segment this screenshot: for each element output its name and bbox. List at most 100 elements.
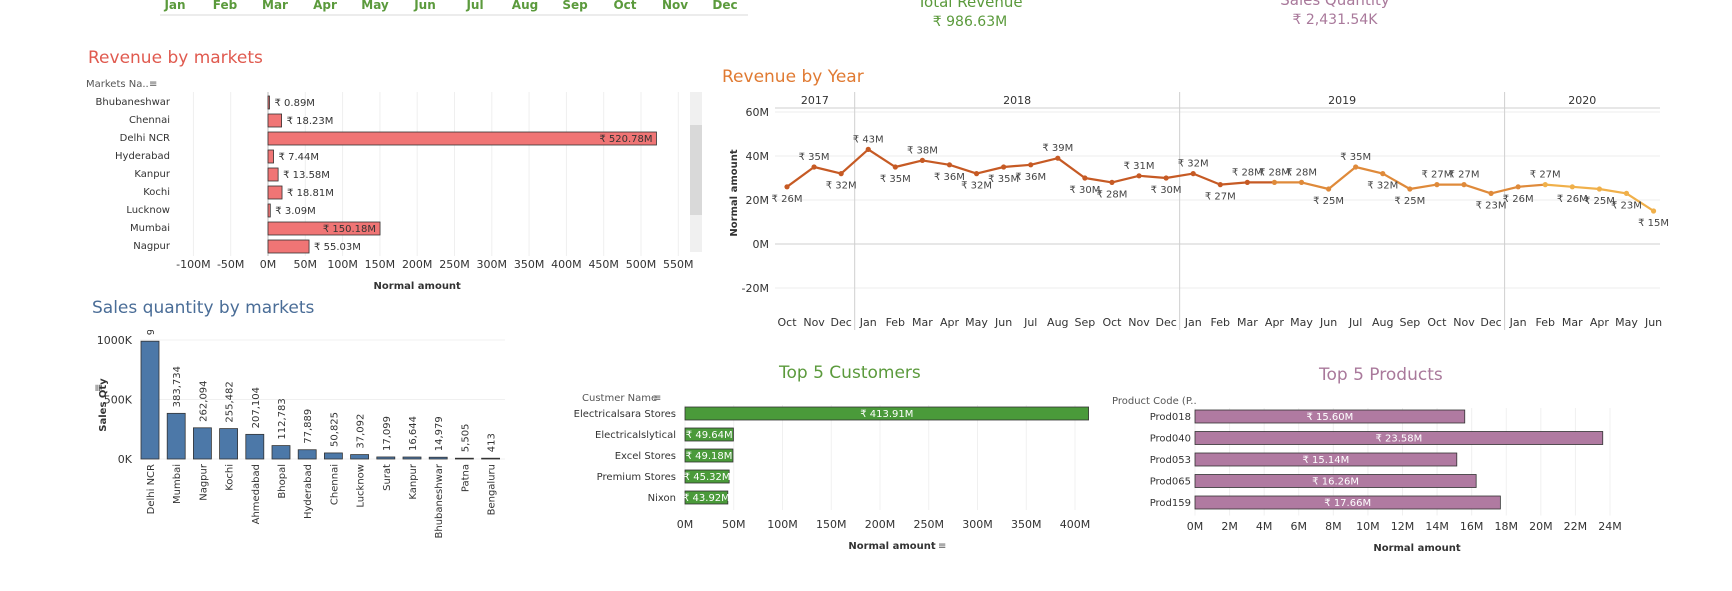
revenue-year-point-label: ₹ 28M: [1286, 167, 1317, 178]
revenue-year-point-label: ₹ 32M: [826, 181, 857, 192]
sales-qty-value-label: 207,104: [251, 387, 262, 428]
revenue-year-point-label: ₹ 38M: [907, 145, 938, 156]
revenue-year-tick-label: 0M: [753, 238, 770, 251]
revenue-by-markets-chart: Markets Na.. ≡ -100M -50M 0M 50M 100M 150M 200M 2…: [86, 79, 694, 292]
revenue-year-month-label: Apr: [1590, 316, 1610, 329]
sales-qty-category-label: Delhi NCR: [146, 464, 157, 514]
sales-qty-bar: [297, 449, 317, 460]
revenue-year-point: [1326, 186, 1332, 192]
revenue-year-line-segment: [1518, 183, 1546, 188]
top-products-category-label: Prod018: [1150, 412, 1191, 423]
revenue-markets-bar: [267, 167, 279, 182]
kpi-sales-quantity-value: ₹ 2,431.54K: [1292, 12, 1378, 28]
top-products-category-label: Prod040: [1150, 434, 1191, 445]
revenue-year-month-label: Mar: [1237, 316, 1258, 329]
revenue-year-point: [1488, 190, 1494, 196]
revenue-markets-tick-label: 50M: [294, 258, 318, 271]
revenue-markets-header: Markets Na..: [86, 79, 149, 90]
top-products-tick-label: 16M: [1460, 520, 1484, 533]
revenue-markets-bar: [267, 131, 657, 146]
revenue-markets-tick-label: 550M: [663, 258, 694, 271]
revenue-year-line-segment: [813, 165, 842, 175]
revenue-year-point-label: ₹ 23M: [1611, 200, 1642, 211]
sales-qty-bar: [323, 452, 343, 460]
top-products-tick-label: 12M: [1391, 520, 1415, 533]
revenue-year-month-label: May: [1615, 316, 1638, 329]
sales-qty-value-label: 112,783: [277, 398, 288, 439]
sales-qty-value-label: 17,099: [382, 416, 393, 451]
revenue-year-tick-label: 40M: [746, 150, 770, 163]
revenue-year-point: [1650, 208, 1657, 214]
sales-qty-category-label: Lucknow: [356, 464, 367, 508]
sales-qty-value-label: 255,482: [225, 381, 236, 422]
sales-qty-category-label: Kochi: [225, 464, 236, 491]
revenue-markets-tick-label: 150M: [365, 258, 396, 271]
top-customers-tick-label: 50M: [722, 518, 746, 531]
revenue-year-point-label: ₹ 31M: [1124, 161, 1155, 172]
kpi-total-revenue-label: Total Revenue: [917, 0, 1023, 11]
sales-qty-category-label: Patna: [460, 464, 471, 492]
revenue-year-month-label: Jul: [1023, 316, 1037, 329]
revenue-markets-bar: [267, 149, 274, 164]
revenue-year-month-label: Jun: [1644, 316, 1662, 329]
sales-qty-category-label: Bhopal: [277, 464, 288, 499]
revenue-year-point: [919, 157, 925, 163]
revenue-year-line-segment: [1057, 157, 1086, 179]
revenue-year-month-label: Jun: [1319, 316, 1337, 329]
revenue-by-year-chart: -20M 0M 20M 40M 60M Normal amount 2017 Oct Nov De…: [729, 92, 1669, 330]
revenue-year-point: [946, 162, 953, 168]
revenue-markets-category-label: Chennai: [129, 115, 170, 126]
sales-qty-value-label: 37,092: [356, 414, 367, 449]
revenue-markets-value-label: ₹ 7.44M: [279, 152, 319, 163]
sales-qty-value-label: 989,896: [146, 330, 157, 335]
top-products-chart: Product Code (P.. 0M 2M 4M 6M 8M 10M 12M 14M 16M 1…: [1112, 396, 1622, 554]
revenue-year-point-label: ₹ 25M: [1313, 196, 1344, 207]
revenue-markets-tick-label: 250M: [439, 258, 470, 271]
top-customers-category-label: Premium Stores: [597, 472, 676, 483]
revenue-markets-value-label: ₹ 18.81M: [287, 188, 334, 199]
revenue-year-point-label: ₹ 43M: [853, 134, 884, 145]
revenue-markets-tick-label: -50M: [217, 258, 244, 271]
top-customers-category-label: Nixon: [648, 493, 676, 504]
kpi-sales-quantity: Sales Quantity ₹ 2,431.54K: [1245, 0, 1425, 28]
revenue-year-y-axis-title: Normal amount: [729, 149, 740, 237]
revenue-year-line-segment: [1599, 187, 1627, 195]
revenue-year-month-label: Nov: [1128, 316, 1150, 329]
kpi-sales-quantity-label: Sales Quantity: [1280, 0, 1390, 9]
revenue-year-line-segment: [895, 159, 923, 169]
top-products-tick-label: 20M: [1529, 520, 1553, 533]
revenue-year-point: [1190, 171, 1196, 177]
revenue-markets-value-label: ₹ 18.23M: [287, 116, 334, 127]
sales-qty-bar: [454, 457, 474, 460]
revenue-markets-tick-label: 400M: [551, 258, 582, 271]
sales-qty-bar: [166, 412, 186, 460]
top-products-tick-label: 8M: [1325, 520, 1342, 533]
top-products-category-label: Prod159: [1150, 498, 1191, 509]
revenue-markets-scroll-thumb[interactable]: [690, 125, 702, 215]
revenue-year-line-segment: [1192, 172, 1221, 186]
revenue-markets-value-label: ₹ 13.58M: [283, 170, 330, 181]
revenue-year-point-label: ₹ 26M: [772, 194, 803, 205]
sort-icon: ≡: [93, 384, 104, 392]
revenue-markets-tick-label: 0M: [260, 258, 277, 271]
revenue-year-point-label: ₹ 27M: [1449, 170, 1480, 181]
revenue-year-month-label: Mar: [1562, 316, 1583, 329]
top-customers-value-label: ₹ 49.18M: [686, 451, 733, 462]
revenue-year-month-label: Mar: [912, 316, 933, 329]
revenue-markets-x-axis-title: Normal amount: [374, 281, 462, 292]
revenue-year-line-segment: [1220, 181, 1248, 186]
revenue-markets-scrollbar[interactable]: [690, 92, 702, 252]
revenue-markets-bar: [267, 95, 270, 110]
revenue-year-point: [1082, 175, 1088, 181]
revenue-year-month-label: Oct: [1102, 316, 1122, 329]
revenue-markets-category-label: Lucknow: [126, 205, 170, 216]
sales-quantity-chart: 0K500K1000KSales Qty≡989,896Delhi NCR383…: [93, 330, 505, 538]
sales-qty-bar: [350, 454, 370, 460]
revenue-markets-category-label: Nagpur: [133, 241, 171, 252]
revenue-year-point: [1028, 162, 1034, 168]
sales-qty-category-label: Ahmedabad: [251, 464, 262, 524]
sales-qty-category-label: Mumbai: [172, 464, 183, 504]
sales-qty-category-label: Hyderabad: [303, 464, 314, 519]
revenue-year-line-segment: [1355, 165, 1384, 175]
revenue-year-point-label: ₹ 27M: [1530, 170, 1561, 181]
